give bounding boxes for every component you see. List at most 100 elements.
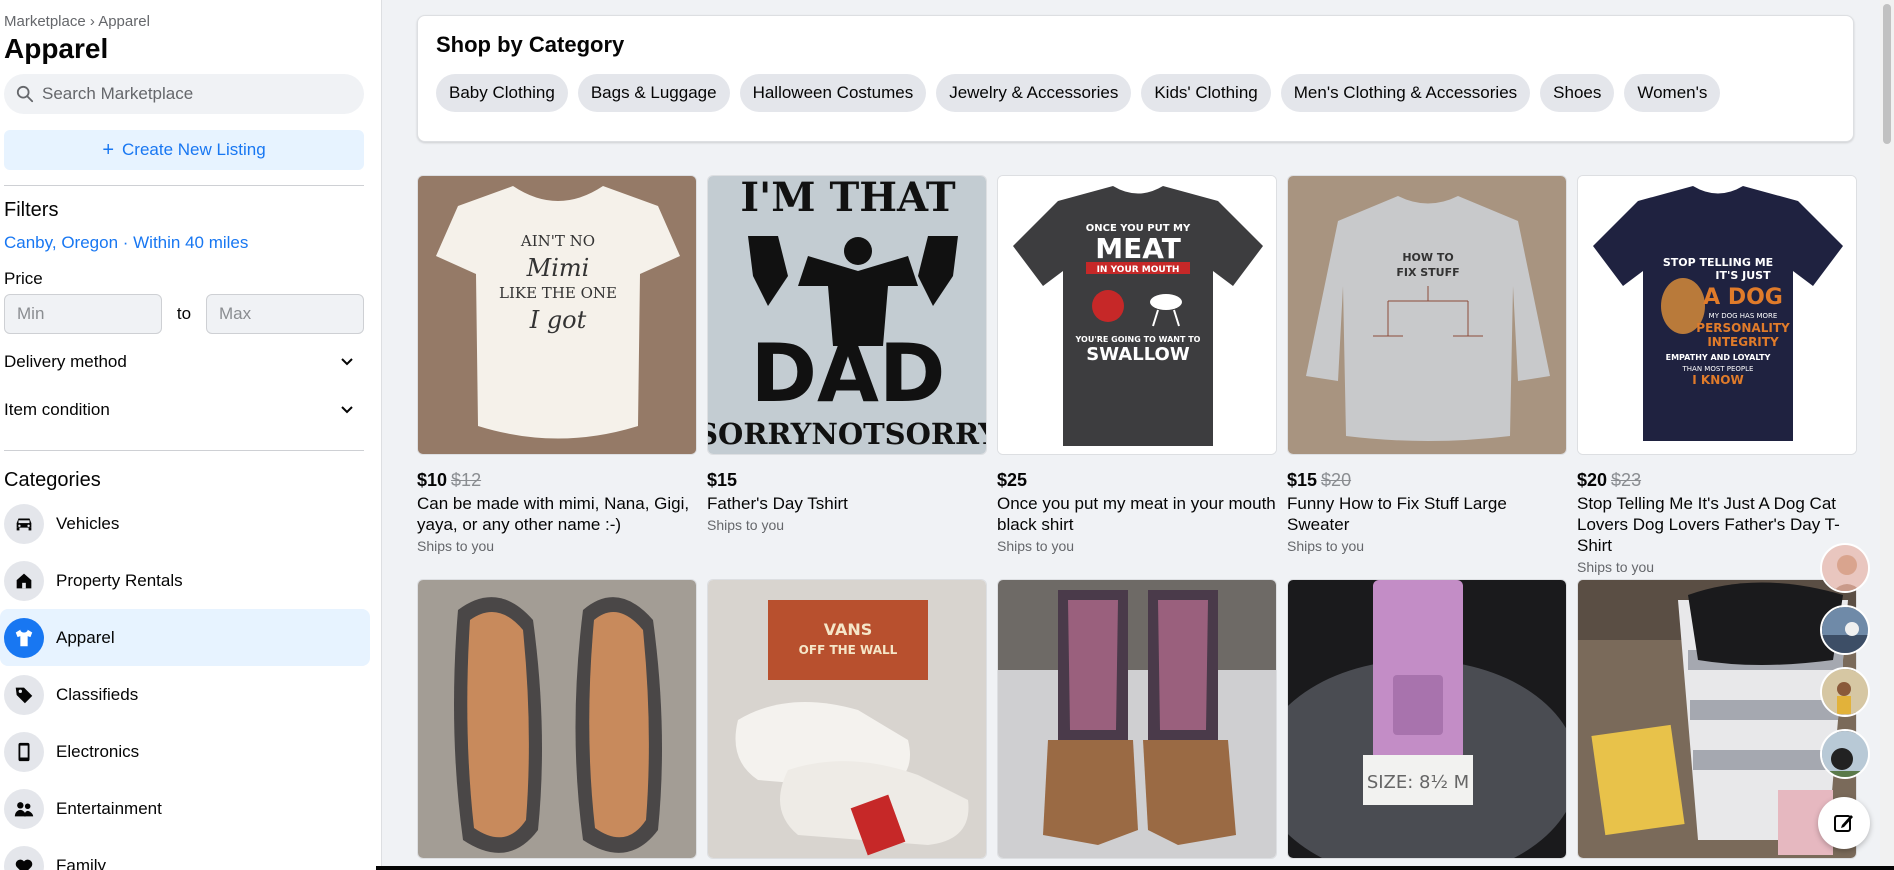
heart-icon [4,845,44,870]
listing-image: SIZE: 8½ M [1287,579,1567,859]
shop-by-category: Shop by Category Baby Clothing Bags & Lu… [417,15,1854,142]
listing-image: I'M THAT DAD SORRYNOTSORRY [707,175,987,455]
listing-card[interactable]: VANS OFF THE WALL [707,579,987,859]
contacts-rail [1820,543,1874,791]
chip-bags-luggage[interactable]: Bags & Luggage [577,74,730,112]
chip-kids-clothing[interactable]: Kids' Clothing [1141,74,1271,112]
shipping-label: Ships to you [1577,559,1655,575]
contact-avatar[interactable] [1820,667,1870,717]
svg-text:I KNOW: I KNOW [1692,373,1743,387]
listing-card[interactable] [417,579,697,859]
item-condition-filter[interactable]: Item condition [4,386,364,434]
category-item-electronics[interactable]: Electronics [0,723,370,780]
max-price-input[interactable] [206,294,364,334]
svg-text:THAN MOST PEOPLE: THAN MOST PEOPLE [1682,365,1754,373]
category-item-family[interactable]: Family [0,837,370,870]
listing-card[interactable]: I'M THAT DAD SORRYNOTSORRY $15 Father's … [707,175,987,533]
listing-title: Father's Day Tshirt [707,494,848,513]
main-content: Shop by Category Baby Clothing Bags & Lu… [382,0,1894,870]
category-item-classifieds[interactable]: Classifieds [0,666,370,723]
listing-title: Stop Telling Me It's Just A Dog Cat Love… [1577,494,1840,555]
new-message-button[interactable] [1818,797,1870,849]
listing-card[interactable] [1577,579,1857,859]
search-input[interactable] [42,84,342,104]
location-filter[interactable]: Canby, Oregon · Within 40 miles [4,232,370,254]
delivery-method-filter[interactable]: Delivery method [4,338,364,386]
chip-shoes[interactable]: Shoes [1540,74,1615,112]
filters-title: Filters [4,199,59,221]
category-label: Vehicles [56,513,120,533]
svg-text:A DOG: A DOG [1703,285,1783,310]
category-label: Entertainment [56,798,162,818]
listing-image: HOW TO FIX STUFF [1287,175,1567,455]
listing-card[interactable]: HOW TO FIX STUFF $15 $20 Funny How to Fix… [1287,175,1567,554]
chip-womens[interactable]: Women's [1624,74,1721,112]
listing-card[interactable] [997,579,1277,859]
listing-card[interactable]: AIN'T NO Mimi LIKE THE ONE I got $10 $12 … [417,175,697,554]
category-item-vehicles[interactable]: Vehicles [0,495,370,552]
shop-title: Shop by Category [436,32,625,57]
svg-text:INTEGRITY: INTEGRITY [1707,335,1779,349]
listing-price: $10 $12 [417,470,482,490]
listing-price: $15 [707,470,738,490]
listing-card[interactable]: SIZE: 8½ M [1287,579,1567,859]
listing-title: Can be made with mimi, Nana, Gigi, yaya,… [417,494,690,534]
search-bar[interactable] [4,74,364,114]
delivery-method-label: Delivery method [4,352,127,371]
shipping-label: Ships to you [417,538,495,554]
category-label: Property Rentals [56,570,183,590]
create-listing-button[interactable]: + Create New Listing [4,130,364,170]
shipping-label: Ships to you [1287,538,1365,554]
bottom-edge [376,866,1894,870]
shirt-icon [4,617,44,658]
svg-text:DAD: DAD [751,327,946,420]
listing-image: AIN'T NO Mimi LIKE THE ONE I got [417,175,697,455]
contact-avatar[interactable] [1820,543,1870,593]
svg-text:I'M THAT: I'M THAT [740,176,956,221]
shipping-label: Ships to you [707,517,785,533]
chip-baby-clothing[interactable]: Baby Clothing [436,74,568,112]
listing-price: $15 $20 [1287,470,1352,490]
listing-image [1577,579,1857,859]
compose-icon [1834,815,1853,832]
svg-text:AIN'T NO: AIN'T NO [520,232,595,250]
category-item-apparel[interactable]: Apparel [0,609,370,666]
svg-text:VANS: VANS [824,620,873,639]
min-price-input[interactable] [4,294,162,334]
breadcrumb[interactable]: Marketplace › Apparel [4,12,370,32]
svg-text:HOW TO: HOW TO [1402,251,1453,264]
listing-title: Once you put my meat in your mouth black… [997,494,1276,534]
page-title: Apparel [4,33,109,64]
chip-mens-clothing[interactable]: Men's Clothing & Accessories [1280,74,1531,112]
listing-card[interactable]: ONCE YOU PUT MY MEAT IN YOUR MOUTH YOU'R… [997,175,1277,554]
svg-text:I got: I got [529,306,587,334]
contact-avatar[interactable] [1820,729,1870,779]
category-list: Vehicles Property Rentals Apparel Classi… [0,495,370,870]
chip-jewelry-accessories[interactable]: Jewelry & Accessories [936,74,1132,112]
chevron-down-icon [341,406,353,414]
contact-avatar[interactable] [1820,605,1870,655]
scrollbar-thumb[interactable] [1883,4,1891,144]
svg-text:YOU'RE GOING TO WANT TO: YOU'RE GOING TO WANT TO [1075,335,1201,344]
listing-card[interactable]: STOP TELLING ME IT'S JUST A DOG MY DOG H… [1577,175,1857,575]
listing-image [997,579,1277,859]
car-icon [4,503,44,544]
chip-halloween-costumes[interactable]: Halloween Costumes [739,74,927,112]
category-chips: Baby Clothing Bags & Luggage Halloween C… [436,74,1835,112]
category-item-property-rentals[interactable]: Property Rentals [0,552,370,609]
price-to-label: to [176,304,192,323]
svg-text:OFF THE WALL: OFF THE WALL [799,643,898,657]
price-range: to [4,294,364,334]
shipping-label: Ships to you [997,538,1075,554]
listing-title: Funny How to Fix Stuff Large Sweater [1287,494,1507,534]
chevron-down-icon [341,358,353,366]
divider [4,450,364,451]
scrollbar[interactable] [1880,0,1894,870]
svg-text:EMPATHY AND LOYALTY: EMPATHY AND LOYALTY [1666,353,1771,362]
category-item-entertainment[interactable]: Entertainment [0,780,370,837]
category-label: Family [56,855,107,870]
svg-text:SORRYNOTSORRY: SORRYNOTSORRY [708,417,987,451]
divider [4,185,364,186]
listing-price: $20 $23 [1577,470,1642,490]
svg-text:FIX STUFF: FIX STUFF [1396,266,1459,279]
